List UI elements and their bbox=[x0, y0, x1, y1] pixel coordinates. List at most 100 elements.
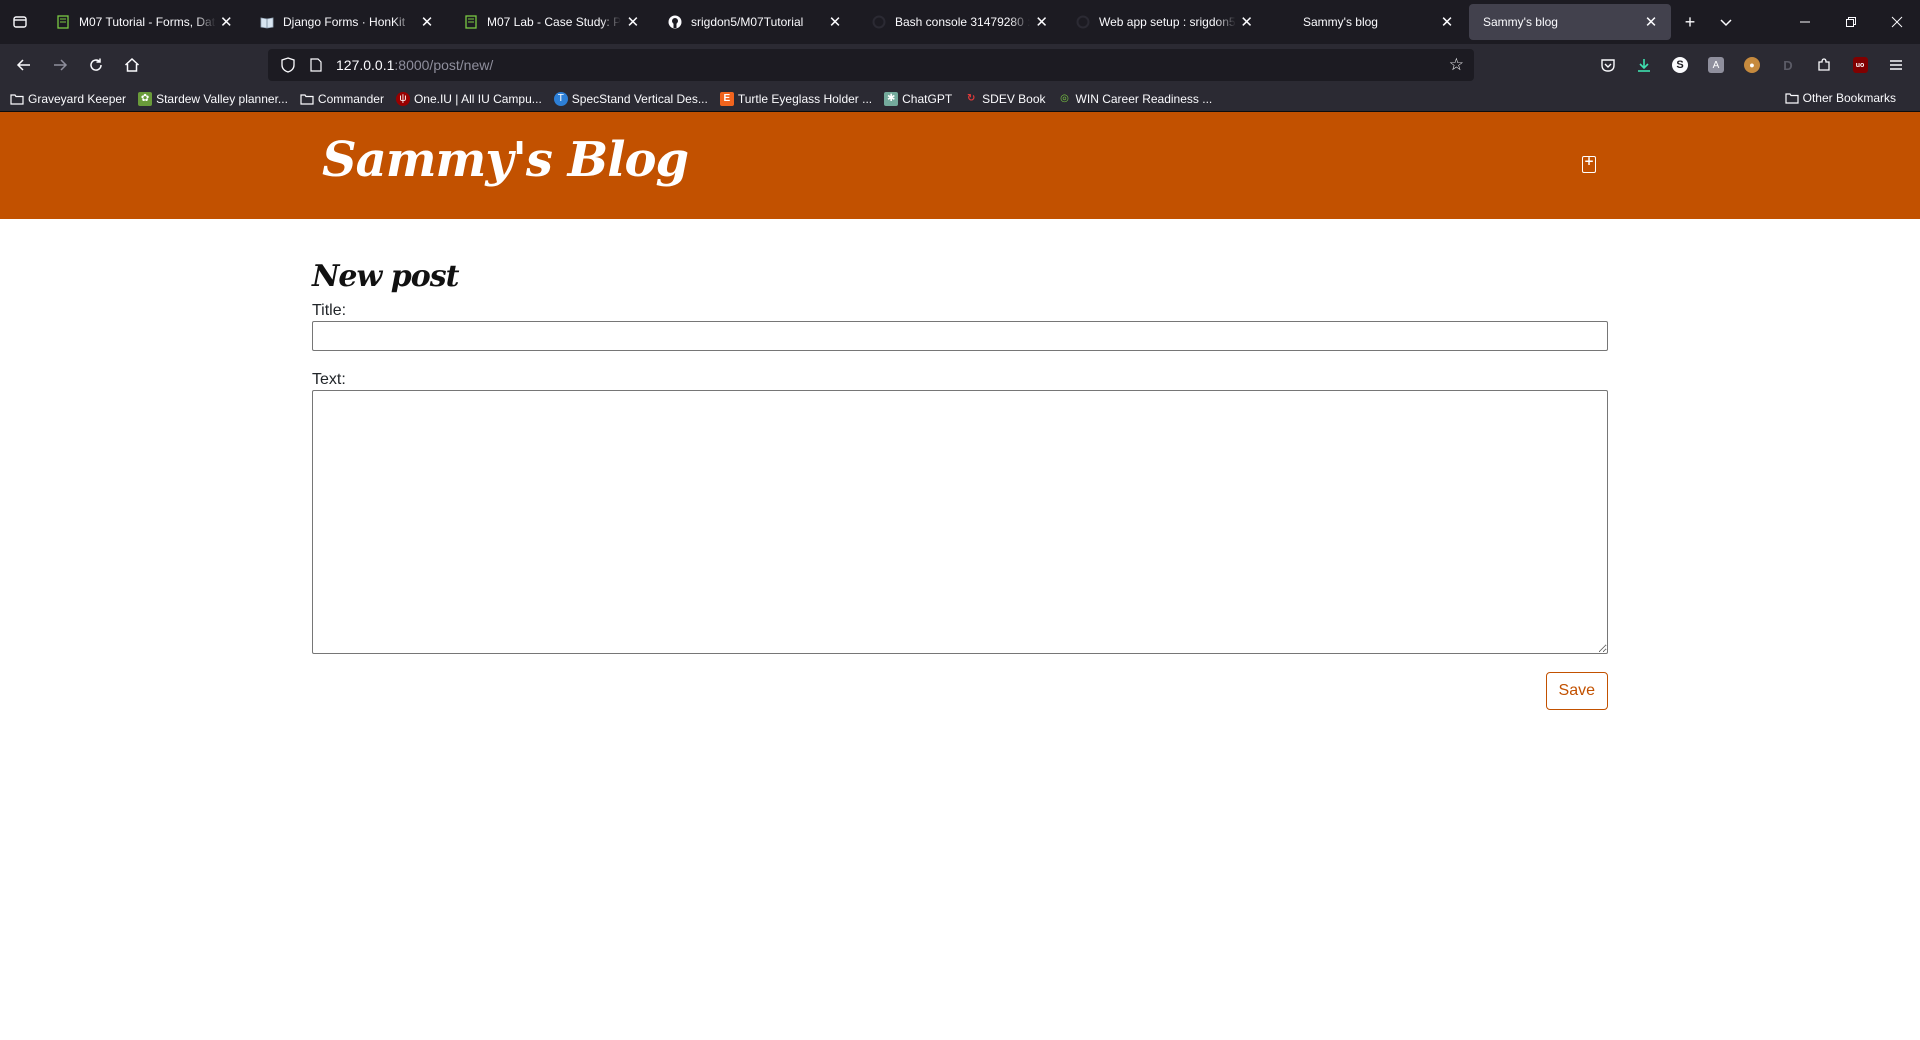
close-window-button[interactable] bbox=[1874, 0, 1920, 44]
url-path: :8000/post/new/ bbox=[394, 57, 494, 73]
other-bookmarks[interactable]: Other Bookmarks bbox=[1785, 91, 1896, 105]
sdev-icon: ↻ bbox=[966, 93, 976, 104]
page-icon[interactable] bbox=[302, 58, 330, 72]
minimize-icon bbox=[1800, 21, 1810, 23]
restore-button[interactable] bbox=[1828, 0, 1874, 44]
ublock-button[interactable]: uo bbox=[1842, 49, 1878, 81]
toolbar-extensions: S A ● D uo bbox=[1590, 49, 1914, 81]
close-icon bbox=[1891, 16, 1903, 28]
bookmark-label: ChatGPT bbox=[902, 91, 953, 106]
reload-button[interactable] bbox=[78, 49, 114, 81]
home-button[interactable] bbox=[114, 49, 150, 81]
extension-s-button[interactable]: S bbox=[1662, 49, 1698, 81]
minimize-button[interactable] bbox=[1782, 0, 1828, 44]
python-anywhere-icon bbox=[1075, 14, 1091, 30]
text-textarea[interactable] bbox=[312, 390, 1608, 654]
firefox-view-button[interactable] bbox=[0, 0, 40, 44]
iu-icon: ψ bbox=[395, 91, 410, 106]
python-anywhere-icon bbox=[871, 14, 887, 30]
extension-translate-button[interactable]: A bbox=[1698, 49, 1734, 81]
pocket-button[interactable] bbox=[1590, 49, 1626, 81]
hamburger-menu-icon bbox=[1890, 60, 1902, 70]
bookmark-turtle-eyeglass[interactable]: E Turtle Eyeglass Holder ... bbox=[719, 91, 872, 106]
other-bookmarks-label: Other Bookmarks bbox=[1802, 91, 1896, 105]
app-menu-button[interactable] bbox=[1878, 49, 1914, 81]
tab-bar: M07 Tutorial - Forms, Data, Templates ✕ … bbox=[0, 0, 1920, 44]
arrow-left-icon bbox=[16, 59, 30, 71]
close-icon[interactable]: ✕ bbox=[1240, 12, 1253, 32]
tab-sammys-blog[interactable]: Sammy's blog ✕ bbox=[1265, 4, 1467, 40]
back-button[interactable] bbox=[6, 49, 42, 81]
stardew-icon: ✿ bbox=[138, 91, 153, 106]
tab-m07-lab[interactable]: M07 Lab - Case Study: Pandas ✕ bbox=[449, 4, 651, 40]
shield-icon[interactable] bbox=[274, 57, 302, 73]
win-icon: ◎ bbox=[1060, 93, 1069, 104]
list-all-tabs-button[interactable] bbox=[1708, 4, 1744, 40]
site-header: Sammy's Blog bbox=[0, 112, 1920, 219]
bookmark-chatgpt[interactable]: ✱ ChatGPT bbox=[884, 91, 953, 106]
close-icon[interactable]: ✕ bbox=[417, 12, 437, 32]
close-icon[interactable]: ✕ bbox=[1641, 12, 1661, 32]
bookmark-label: Graveyard Keeper bbox=[28, 91, 127, 106]
folder-icon bbox=[10, 92, 24, 106]
bookmark-label: WIN Career Readiness ... bbox=[1075, 91, 1213, 106]
tab-sammys-blog-active[interactable]: Sammy's blog ✕ bbox=[1469, 4, 1671, 40]
pocket-icon bbox=[1601, 59, 1615, 72]
bookmark-sdev-book[interactable]: ↻ SDEV Book bbox=[964, 92, 1046, 106]
arrow-right-icon bbox=[54, 59, 68, 71]
tab-github-repo[interactable]: srigdon5/M07Tutorial ✕ bbox=[653, 4, 855, 40]
close-icon[interactable]: ✕ bbox=[825, 12, 845, 32]
bookmark-graveyard-keeper[interactable]: Graveyard Keeper bbox=[10, 92, 126, 106]
tab-title: srigdon5/M07Tutorial bbox=[691, 15, 804, 29]
bookmark-label: Stardew Valley planner... bbox=[156, 91, 288, 106]
download-icon bbox=[1638, 59, 1650, 72]
main-content: New post Title: Text: Save bbox=[312, 219, 1608, 710]
bookmark-win-career[interactable]: ◎ WIN Career Readiness ... bbox=[1058, 91, 1213, 106]
bookmark-label: One.IU | All IU Campu... bbox=[413, 91, 542, 106]
tab-web-app-setup[interactable]: Web app setup : srigdon5 : PythonAnywher… bbox=[1061, 4, 1263, 40]
tab-django-forms[interactable]: Django Forms · HonKit ✕ bbox=[245, 4, 447, 40]
downloads-button[interactable] bbox=[1626, 49, 1662, 81]
close-icon[interactable]: ✕ bbox=[220, 12, 233, 32]
tab-title: Django Forms · HonKit bbox=[283, 15, 406, 29]
bookmark-star-icon[interactable]: ☆ bbox=[1449, 55, 1464, 75]
extensions-button[interactable] bbox=[1806, 49, 1842, 81]
home-icon bbox=[124, 57, 140, 72]
title-input[interactable] bbox=[312, 321, 1608, 351]
tab-bash-console[interactable]: Bash console 31479280 : srigdon5 ✕ bbox=[857, 4, 1059, 40]
save-button[interactable]: Save bbox=[1545, 672, 1608, 710]
folder-icon bbox=[1785, 91, 1799, 105]
puzzle-icon bbox=[1818, 58, 1830, 71]
extension-monkey-button[interactable]: ● bbox=[1734, 49, 1770, 81]
bookmark-commander[interactable]: Commander bbox=[300, 92, 384, 106]
plus-icon: + bbox=[1684, 11, 1696, 32]
new-tab-button[interactable]: + bbox=[1672, 4, 1708, 40]
extension-d-button[interactable]: D bbox=[1770, 49, 1806, 81]
tab-m07-tutorial[interactable]: M07 Tutorial - Forms, Data, Templates ✕ bbox=[41, 4, 243, 40]
tab-title: Web app setup : srigdon5 : PythonAnywher… bbox=[1099, 15, 1236, 29]
page-title: New post bbox=[312, 259, 460, 294]
bookmark-label: SpecStand Vertical Des... bbox=[571, 91, 708, 106]
blank-page-icon bbox=[1279, 14, 1295, 30]
site-title-link[interactable]: Sammy's Blog bbox=[322, 132, 689, 188]
github-icon bbox=[667, 14, 683, 30]
address-bar[interactable]: 127.0.0.1:8000/post/new/ ☆ bbox=[268, 49, 1474, 81]
post-form: Title: Text: Save bbox=[312, 302, 1608, 710]
nav-toolbar: 127.0.0.1:8000/post/new/ ☆ S A ● D uo bbox=[0, 44, 1920, 86]
bookmark-stardew-planner[interactable]: ✿ Stardew Valley planner... bbox=[138, 91, 288, 106]
tab-title: Bash console 31479280 : srigdon5 bbox=[895, 15, 1031, 29]
bookmark-one-iu[interactable]: ψ One.IU | All IU Campu... bbox=[395, 91, 542, 106]
url-host: 127.0.0.1 bbox=[336, 57, 395, 73]
ublock-icon: uo bbox=[1852, 57, 1868, 73]
restore-icon bbox=[1846, 17, 1856, 27]
close-icon[interactable]: ✕ bbox=[625, 12, 641, 32]
window-controls bbox=[1782, 0, 1920, 44]
bookmark-specstand[interactable]: T SpecStand Vertical Des... bbox=[553, 91, 708, 106]
tab-title: Sammy's blog bbox=[1483, 15, 1558, 29]
bookmark-label: Commander bbox=[317, 91, 384, 106]
close-icon[interactable]: ✕ bbox=[1034, 12, 1049, 32]
bookmarks-toolbar: Graveyard Keeper ✿ Stardew Valley planne… bbox=[0, 86, 1920, 112]
forward-button[interactable] bbox=[42, 49, 78, 81]
new-post-icon[interactable] bbox=[1582, 154, 1596, 173]
close-icon[interactable]: ✕ bbox=[1437, 12, 1457, 32]
